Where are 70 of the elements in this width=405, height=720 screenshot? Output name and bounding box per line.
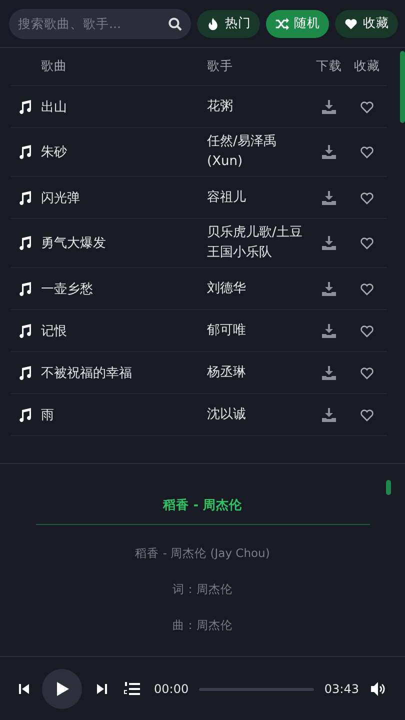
artist-name: 刘德华 (207, 280, 247, 298)
song-title[interactable]: 闪光弹 (41, 188, 207, 206)
song-title[interactable]: 朱砂 (41, 143, 207, 161)
song-title[interactable]: 雨 (41, 406, 207, 424)
download-icon[interactable] (322, 190, 336, 204)
column-header: 歌手 (207, 58, 234, 75)
music-note-icon (18, 282, 32, 296)
heart-icon (344, 16, 358, 30)
download-icon[interactable] (322, 100, 336, 114)
filter-tab[interactable]: 随机 (266, 10, 329, 38)
song-title[interactable]: 勇气大爆发 (41, 234, 207, 252)
scrollbar[interactable] (386, 480, 391, 495)
shuffle-icon (275, 16, 289, 30)
play-icon (54, 681, 70, 697)
filter-tab[interactable]: 收藏 (335, 10, 398, 38)
previous-button[interactable] (18, 683, 30, 695)
download-icon[interactable] (322, 236, 336, 250)
next-button[interactable] (96, 683, 108, 695)
artist-name: 花粥 (207, 98, 234, 116)
heart-icon[interactable] (360, 145, 374, 159)
artist-name: 任然/易泽禹(Xun) (207, 133, 278, 171)
artist-name: 贝乐虎儿歌/土豆王国小乐队 (207, 224, 304, 262)
total-time: 03:43 (324, 682, 359, 696)
filter-tab[interactable]: 热门 (197, 10, 260, 38)
download-icon[interactable] (322, 366, 336, 380)
play-button[interactable] (42, 669, 82, 709)
lyric-line: 词：周杰伦 (172, 582, 232, 597)
song-title[interactable]: 记恨 (41, 322, 207, 340)
flame-icon (206, 16, 220, 30)
column-header: 收藏 (354, 58, 380, 75)
music-note-icon (18, 324, 32, 338)
music-note-icon (18, 190, 32, 204)
heart-icon[interactable] (360, 366, 374, 380)
lyric-line: 稻香 - 周杰伦 (Jay Chou) (135, 546, 270, 561)
numbered-list-icon (124, 682, 140, 696)
volume-icon (371, 682, 387, 696)
artist-name: 杨丞琳 (207, 364, 247, 382)
music-note-icon (18, 366, 32, 380)
download-icon[interactable] (322, 282, 336, 296)
download-icon[interactable] (322, 408, 336, 422)
search-field[interactable]: 搜索歌曲、歌手... (9, 8, 191, 38)
lyric-line: 曲：周杰伦 (172, 618, 232, 633)
column-header: 下载 (316, 58, 342, 75)
music-note-icon (18, 145, 32, 159)
song-title[interactable]: 一壶乡愁 (41, 280, 207, 298)
music-note-icon (18, 100, 32, 114)
download-icon[interactable] (322, 145, 336, 159)
previous-icon (18, 683, 30, 695)
heart-icon[interactable] (360, 190, 374, 204)
music-note-icon (18, 236, 32, 250)
current-time: 00:00 (154, 682, 189, 696)
artist-name: 容祖儿 (207, 188, 247, 206)
volume-button[interactable] (371, 682, 387, 696)
music-note-icon (18, 408, 32, 422)
heart-icon[interactable] (360, 282, 374, 296)
next-icon (96, 683, 108, 695)
download-icon[interactable] (322, 324, 336, 338)
heart-icon[interactable] (360, 408, 374, 422)
playlist-button[interactable] (124, 682, 140, 696)
song-title[interactable]: 不被祝福的幸福 (41, 364, 207, 382)
search-icon[interactable] (168, 16, 182, 30)
scrollbar[interactable] (400, 51, 405, 123)
lyrics-title: 稻香 - 周杰伦 (36, 497, 370, 525)
column-header: 歌曲 (41, 58, 68, 75)
artist-name: 沈以诚 (207, 406, 247, 424)
artist-name: 郁可唯 (207, 322, 247, 340)
heart-icon[interactable] (360, 236, 374, 250)
song-title[interactable]: 出山 (41, 98, 207, 116)
heart-icon[interactable] (360, 324, 374, 338)
heart-icon[interactable] (360, 100, 374, 114)
